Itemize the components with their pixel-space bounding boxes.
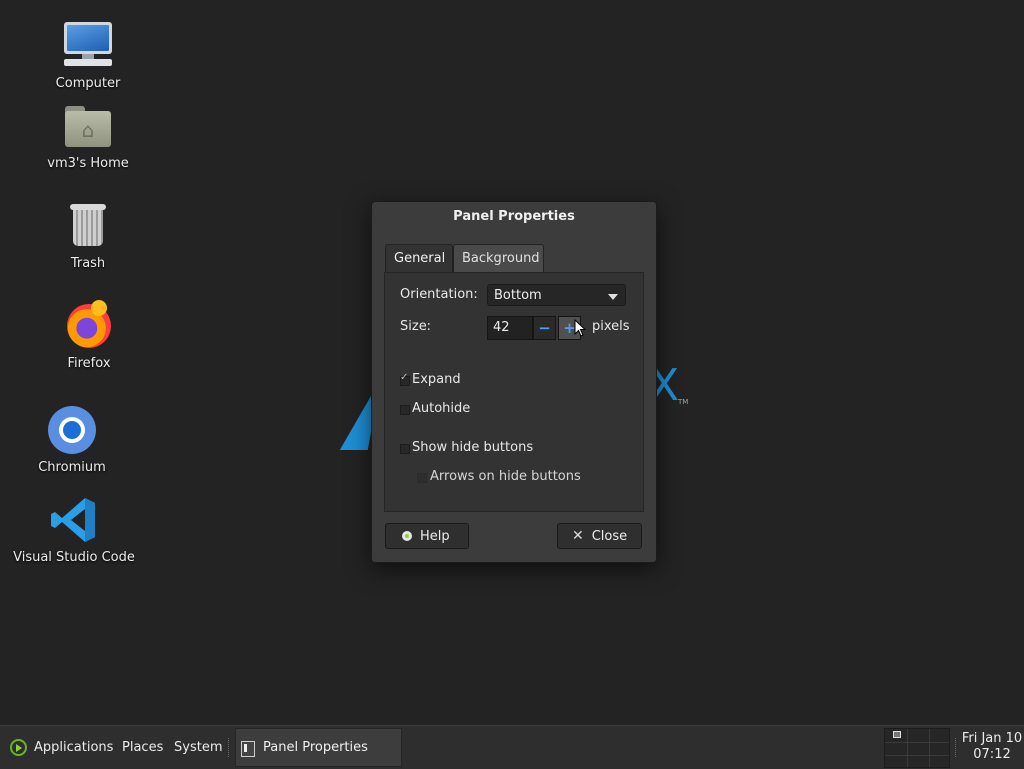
autohide-checkbox[interactable]: [400, 405, 410, 415]
size-decrement-button[interactable]: −: [533, 316, 556, 340]
general-tab-panel: Orientation: Bottom Size: 42 − + pixels …: [384, 272, 644, 512]
arrows-on-hide-buttons-checkbox[interactable]: [417, 473, 427, 483]
arrows-on-hide-buttons-label: Arrows on hide buttons: [430, 469, 581, 484]
expand-checkbox[interactable]: [400, 372, 410, 386]
desktop-icon-label: Visual Studio Code: [13, 550, 135, 565]
mate-logo-icon: [10, 739, 27, 756]
computer-icon: [62, 20, 114, 72]
size-label: Size:: [400, 319, 432, 334]
orientation-value: Bottom: [494, 288, 542, 303]
clock-date: Fri Jan 10: [961, 731, 1023, 746]
trash-icon: [62, 200, 114, 252]
desktop-icon-label: Firefox: [67, 356, 111, 371]
chevron-down-icon: [608, 294, 618, 300]
dialog-title: Panel Properties: [453, 209, 575, 224]
show-hide-buttons-checkbox[interactable]: [400, 444, 410, 454]
desktop-icon-trash[interactable]: Trash: [23, 200, 153, 271]
panel-separator: [228, 738, 231, 757]
window-icon: [241, 741, 255, 757]
size-unit-label: pixels: [592, 319, 630, 334]
close-icon: ✕: [572, 528, 584, 544]
workspace-switcher[interactable]: [884, 728, 950, 768]
orientation-label: Orientation:: [400, 287, 478, 302]
desktop-icon-label: Chromium: [38, 460, 106, 475]
tab-general[interactable]: General: [385, 244, 453, 272]
expand-label: Expand: [412, 372, 461, 387]
chromium-icon: [46, 404, 98, 456]
autohide-label: Autohide: [412, 401, 471, 416]
clock[interactable]: Fri Jan 10 07:12: [960, 731, 1024, 763]
menu-places[interactable]: Places: [122, 726, 163, 769]
desktop-icon-label: Computer: [55, 76, 121, 91]
bottom-panel: Applications Places System Panel Propert…: [0, 725, 1024, 769]
vscode-icon: [48, 494, 100, 546]
desktop-icon-chromium[interactable]: Chromium: [7, 404, 137, 475]
desktop-icon-home[interactable]: ⌂ vm3's Home: [23, 100, 153, 171]
desktop-icon-computer[interactable]: Computer: [23, 20, 153, 91]
close-button-label: Close: [591, 529, 628, 544]
minus-icon: −: [538, 319, 551, 337]
show-hide-buttons-label: Show hide buttons: [412, 440, 534, 455]
desktop-icon-label: Trash: [70, 256, 106, 271]
menu-system[interactable]: System: [174, 726, 222, 769]
help-button[interactable]: Help: [385, 523, 469, 549]
desktop-icon-vscode[interactable]: Visual Studio Code: [9, 494, 139, 565]
menu-applications[interactable]: Applications: [34, 726, 113, 769]
help-button-label: Help: [420, 529, 450, 544]
desktop-icon-firefox[interactable]: Firefox: [24, 300, 154, 371]
taskbar-item-label: Panel Properties: [263, 740, 368, 755]
help-lifebuoy-icon: [402, 531, 412, 541]
tab-background[interactable]: Background: [453, 244, 544, 272]
taskbar-item-panel-properties[interactable]: Panel Properties: [235, 728, 402, 767]
firefox-icon: [63, 300, 115, 352]
wallpaper-logo-tm: TM: [678, 398, 689, 406]
panel-separator: [955, 738, 958, 757]
home-folder-icon: ⌂: [62, 100, 114, 152]
panel-properties-dialog: Panel Properties General Background Orie…: [371, 201, 657, 563]
clock-time: 07:12: [973, 747, 1011, 762]
desktop-icon-label: vm3's Home: [47, 156, 129, 171]
size-input[interactable]: 42: [487, 316, 533, 340]
close-button[interactable]: ✕ Close: [557, 523, 642, 549]
orientation-select[interactable]: Bottom: [487, 284, 626, 306]
mouse-pointer-icon: [574, 318, 587, 341]
workspace-window-marker: [893, 731, 901, 738]
